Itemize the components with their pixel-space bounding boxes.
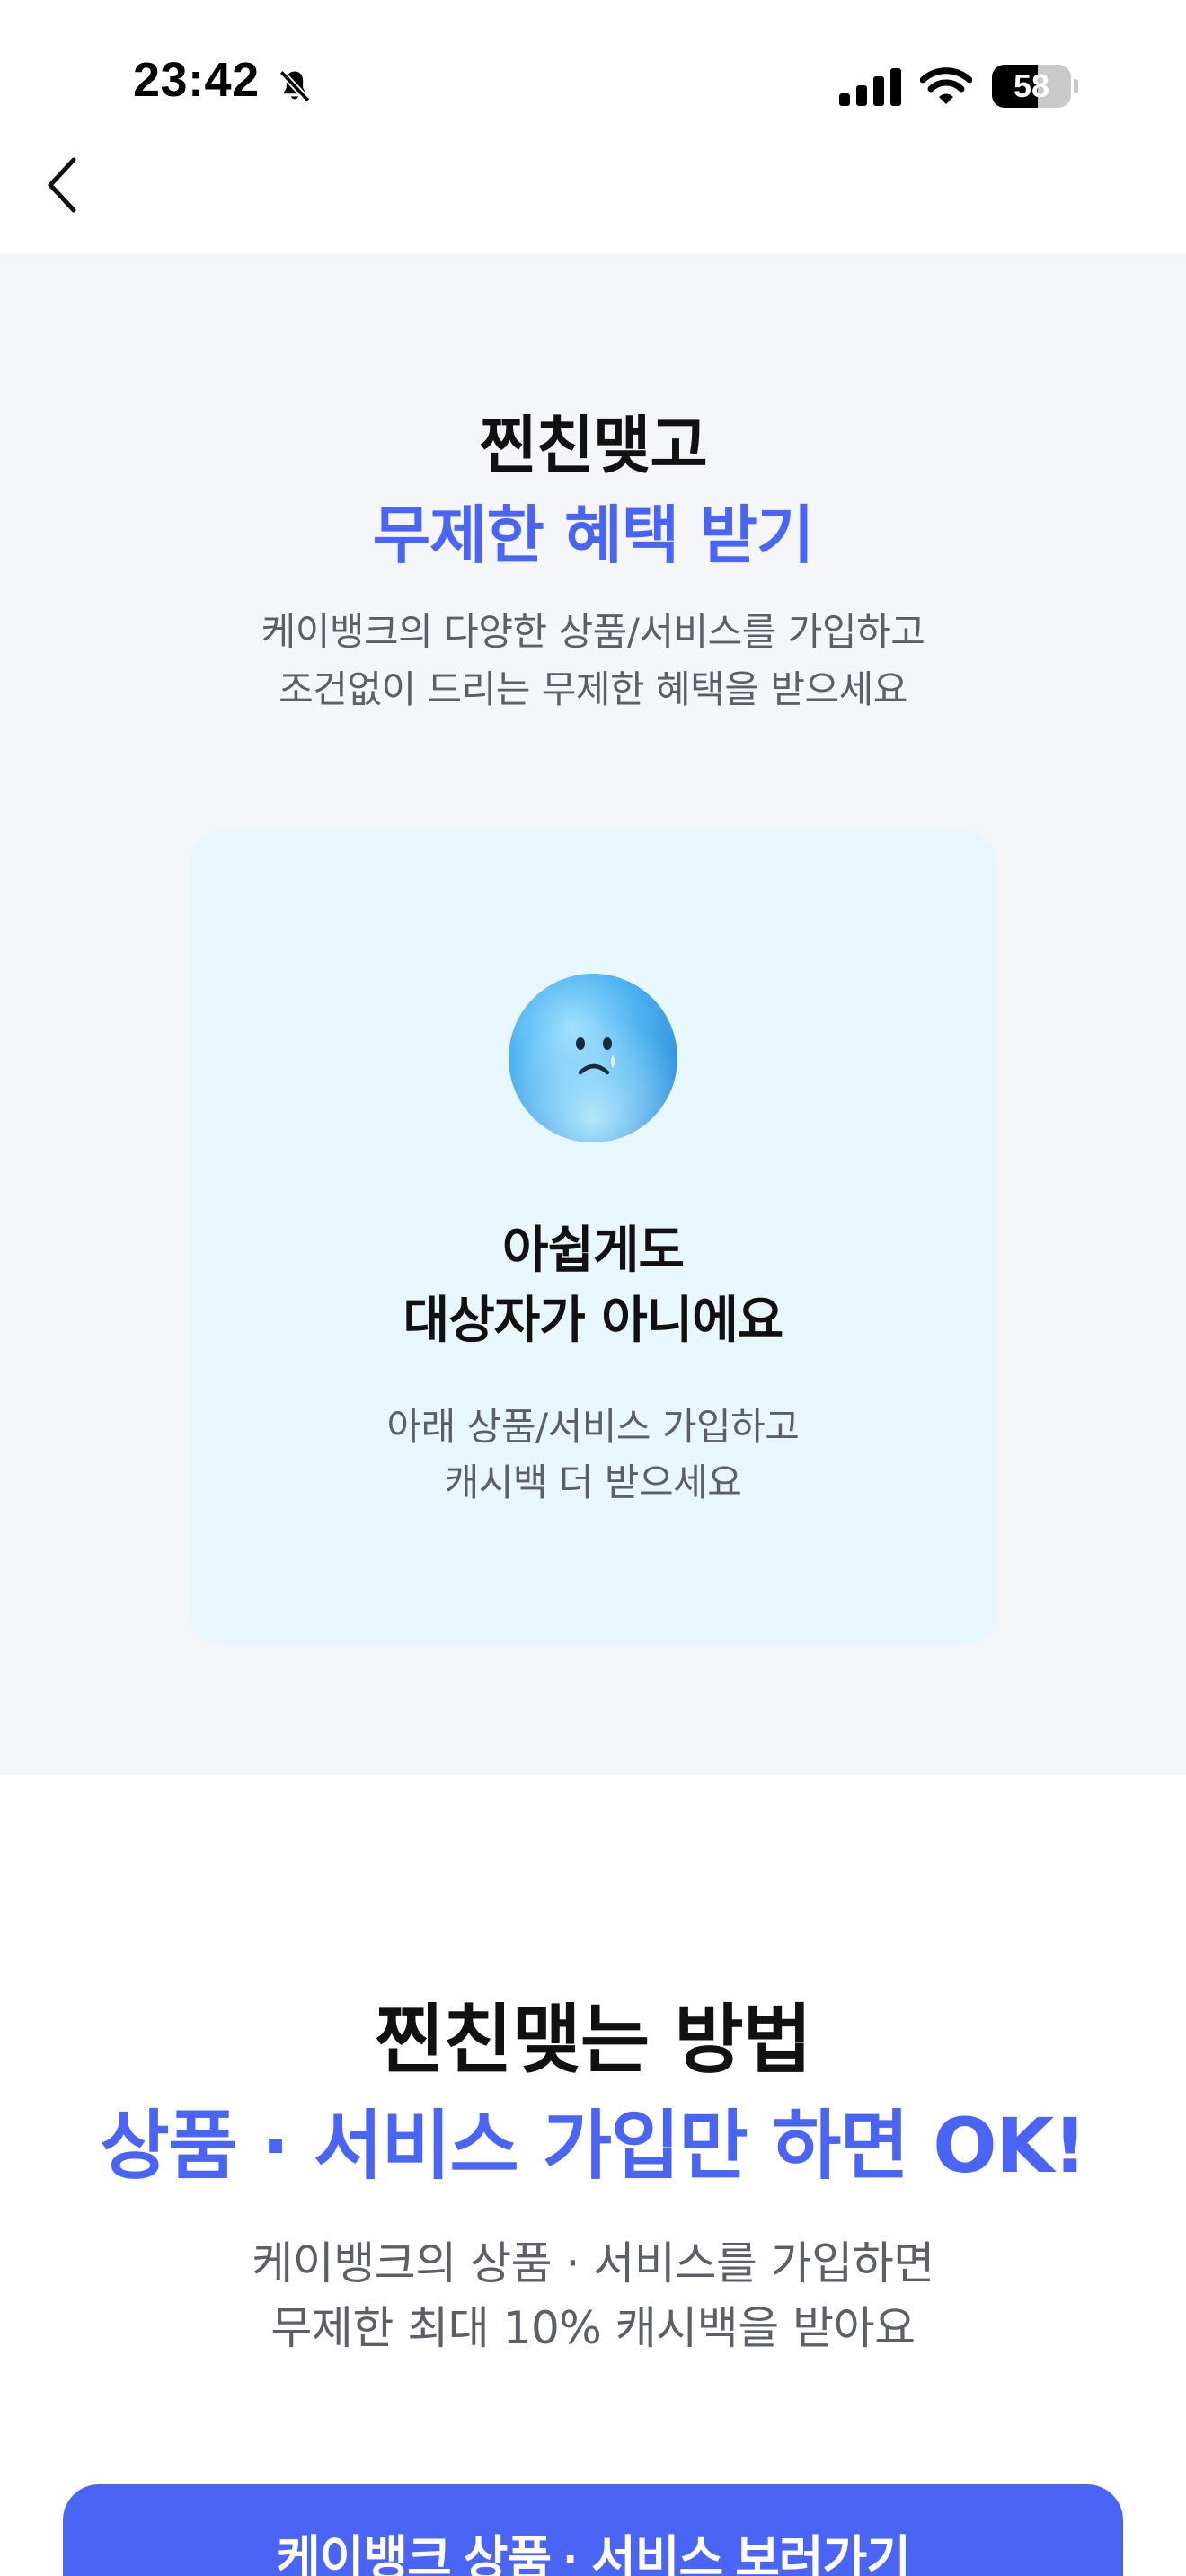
notice-title-line-2: 대상자가 아니에요 — [403, 1292, 784, 1350]
notice-desc-line-2: 캐시백 더 받으세요 — [444, 1460, 742, 1504]
cellular-signal-icon — [839, 68, 901, 106]
notice-desc-line-1: 아래 상품/서비스 가입하고 — [386, 1405, 800, 1449]
notice-description: 아래 상품/서비스 가입하고 캐시백 더 받으세요 — [189, 1399, 997, 1511]
status-time: 23:42 — [133, 53, 260, 107]
browse-products-button[interactable]: 케이뱅크 상품 · 서비스 보러가기 — [63, 2484, 1123, 2576]
notice-title-line-1: 아쉽게도 — [501, 1222, 685, 1280]
status-bar: 23:42 58 — [0, 0, 1186, 171]
battery-icon: 58 — [992, 65, 1078, 108]
not-eligible-card: 아쉽게도 대상자가 아니에요 아래 상품/서비스 가입하고 캐시백 더 받으세요 — [189, 830, 997, 1645]
hero-desc-line-2: 조건없이 드리는 무제한 혜택을 받으세요 — [279, 667, 907, 711]
battery-level: 58 — [1013, 67, 1050, 104]
cta-label: 케이뱅크 상품 · 서비스 보러가기 — [276, 2532, 911, 2576]
hero-description: 케이뱅크의 다양한 상품/서비스를 가입하고 조건없이 드리는 무제한 혜택을 … — [0, 604, 1186, 719]
notice-title: 아쉽게도 대상자가 아니에요 — [189, 1216, 997, 1356]
hero-title: 찐친맺고 — [479, 409, 708, 482]
back-button[interactable] — [36, 149, 99, 221]
bell-slash-icon — [279, 69, 311, 103]
wifi-icon — [920, 67, 972, 104]
hero-section: 찐친맺고 무제한 혜택 받기 케이뱅크의 다양한 상품/서비스를 가입하고 조건… — [0, 253, 1186, 1775]
hero-highlight-title: 무제한 혜택 받기 — [372, 498, 815, 572]
sad-face-icon — [509, 974, 677, 1142]
hero-desc-line-1: 케이뱅크의 다양한 상품/서비스를 가입하고 — [261, 610, 925, 654]
cta-container: 케이뱅크 상품 · 서비스 보러가기 — [0, 1775, 1186, 2576]
